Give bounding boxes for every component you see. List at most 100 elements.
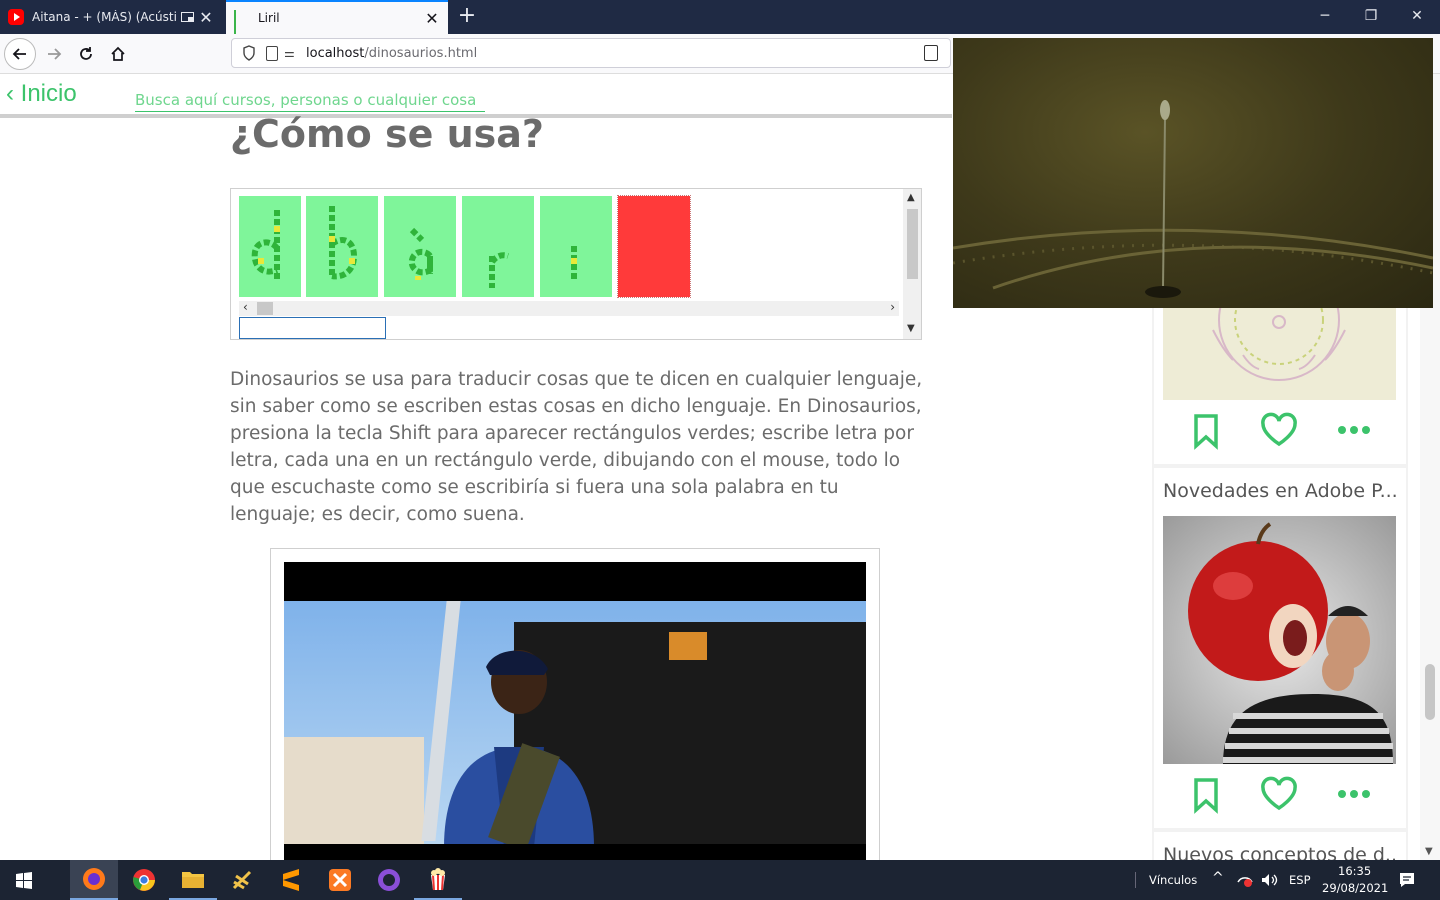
minimize-button[interactable]: ─ — [1302, 0, 1348, 34]
scroll-down-icon[interactable]: ▼ — [907, 323, 915, 334]
volume-icon[interactable] — [1260, 872, 1278, 888]
mandala-illustration — [1212, 300, 1346, 381]
tab-title: Liril — [258, 11, 280, 25]
tab-close-icon[interactable]: ✕ — [198, 8, 214, 27]
scratch-icon — [232, 870, 252, 890]
letter-b-drawing — [329, 206, 358, 280]
inicio-link[interactable]: ‹ Inicio — [6, 80, 77, 108]
bookmark-icon[interactable] — [1186, 410, 1226, 450]
taskbar-file-explorer[interactable] — [169, 860, 217, 900]
scroll-left-icon[interactable]: ‹ — [243, 300, 248, 314]
tab-aitana[interactable]: Aitana - + (MÁS) (Acústico) ✕ — [0, 0, 222, 34]
shield-icon[interactable] — [242, 45, 256, 61]
dinosaurios-demo[interactable]: ‹ › ▲ ▼ — [230, 188, 922, 340]
picture-in-picture-window[interactable] — [953, 38, 1433, 308]
letter-d-drawing — [251, 210, 280, 280]
apple-head-image — [1163, 516, 1396, 764]
letter-r-drawing — [489, 252, 509, 288]
reload-button[interactable] — [70, 38, 102, 70]
scrollbar-thumb[interactable] — [907, 209, 918, 279]
scroll-up-icon[interactable]: ▲ — [907, 192, 915, 203]
demo-vertical-scrollbar[interactable]: ▲ ▼ — [903, 189, 921, 339]
description-paragraph: Dinosaurios se usa para traducir cosas q… — [230, 369, 923, 525]
scrollbar-thumb[interactable] — [1425, 664, 1435, 720]
network-error-icon[interactable] — [1236, 872, 1254, 888]
permissions-icon[interactable]: ⚌ — [284, 46, 300, 60]
reload-icon — [80, 47, 92, 60]
new-tab-button[interactable]: + — [454, 4, 480, 30]
active-letter-tile[interactable] — [617, 195, 691, 298]
card-actions — [1154, 400, 1406, 460]
windows-taskbar: Vínculos ^ ESP 16:35 29/08/2021 — [0, 860, 1440, 900]
input-language[interactable]: ESP — [1289, 873, 1311, 887]
clock-date[interactable]: 29/08/2021 — [1322, 881, 1388, 895]
scroll-right-icon[interactable]: › — [890, 300, 895, 314]
taskbar-firefox[interactable] — [70, 860, 118, 900]
demo-text-input[interactable] — [239, 317, 386, 339]
chevron-up-icon[interactable]: ^ — [1212, 870, 1224, 886]
apple-head-illustration — [1188, 522, 1393, 764]
scroll-down-icon[interactable]: ▼ — [1425, 846, 1433, 857]
mandala-image — [1163, 300, 1396, 400]
sublime-text-icon — [283, 869, 299, 891]
picture-in-picture-icon[interactable] — [181, 12, 194, 22]
course-card[interactable]: Nuevos conceptos de d... — [1154, 832, 1406, 860]
clock-time[interactable]: 16:35 — [1338, 864, 1371, 878]
heart-icon[interactable] — [1259, 410, 1299, 450]
file-explorer-icon — [182, 872, 204, 888]
liril-icon — [234, 10, 250, 56]
notifications-icon[interactable] — [1398, 871, 1416, 889]
taskbar-chrome[interactable] — [120, 860, 168, 900]
letter-a-grave-drawing — [408, 227, 433, 280]
youtube-icon — [8, 9, 24, 25]
letter-tile-r[interactable] — [462, 196, 534, 297]
letter-tile-a-grave[interactable] — [384, 196, 456, 297]
search-input[interactable] — [135, 88, 485, 112]
forward-button[interactable] — [38, 38, 70, 70]
taskbar-xampp[interactable] — [316, 860, 364, 900]
course-card[interactable]: Novedades en Adobe P... — [1154, 468, 1406, 828]
page-icon[interactable] — [266, 45, 278, 61]
restore-button[interactable]: ❐ — [1348, 0, 1394, 34]
more-icon[interactable] — [1334, 774, 1374, 814]
heart-icon[interactable] — [1259, 774, 1299, 814]
more-icon[interactable] — [1334, 410, 1374, 450]
video-player[interactable] — [284, 562, 866, 872]
card-title[interactable]: Nuevos conceptos de d... — [1163, 844, 1399, 860]
card-actions — [1154, 764, 1406, 824]
start-button[interactable] — [0, 860, 48, 900]
taskbar-sublime-text[interactable] — [267, 860, 315, 900]
video-house — [284, 737, 424, 845]
letter-tile-d[interactable] — [239, 196, 301, 297]
taskbar-popcorn[interactable] — [414, 860, 462, 900]
bookmark-icon[interactable] — [1186, 774, 1226, 814]
back-button[interactable] — [4, 38, 36, 70]
firefox-icon — [83, 868, 105, 890]
taskbar-github-desktop[interactable] — [365, 860, 413, 900]
demo-horizontal-scrollbar[interactable]: ‹ › — [239, 300, 899, 316]
tab-close-icon[interactable]: ✕ — [424, 9, 440, 28]
course-card[interactable] — [1154, 300, 1406, 464]
popcorn-icon — [431, 868, 445, 891]
letter-tile-l[interactable] — [540, 196, 612, 297]
windows-icon — [16, 872, 32, 889]
card-title[interactable]: Novedades en Adobe P... — [1163, 480, 1399, 502]
close-window-button[interactable]: ✕ — [1394, 0, 1440, 34]
reader-view-icon[interactable] — [924, 45, 938, 61]
taskbar-scratch[interactable] — [218, 860, 266, 900]
xampp-icon — [329, 869, 351, 891]
letter-l-drawing — [571, 246, 577, 282]
letter-tile-b[interactable] — [306, 196, 378, 297]
tab-liril[interactable]: Liril ✕ — [226, 0, 448, 56]
url-path: /dinosaurios.html — [364, 45, 478, 61]
pip-video-frame — [953, 100, 1433, 298]
page-heading: ¿Cómo se usa? — [230, 112, 544, 156]
video-container — [270, 548, 880, 872]
video-truck-light — [669, 632, 707, 660]
links-toolbar[interactable]: Vínculos — [1149, 873, 1197, 887]
scrollbar-thumb[interactable] — [257, 302, 273, 315]
arrow-left-icon — [12, 48, 26, 60]
address-bar[interactable]: ⚌ localhost/dinosaurios.html — [231, 38, 951, 68]
arrow-right-icon — [48, 48, 62, 60]
home-button[interactable] — [102, 38, 134, 70]
